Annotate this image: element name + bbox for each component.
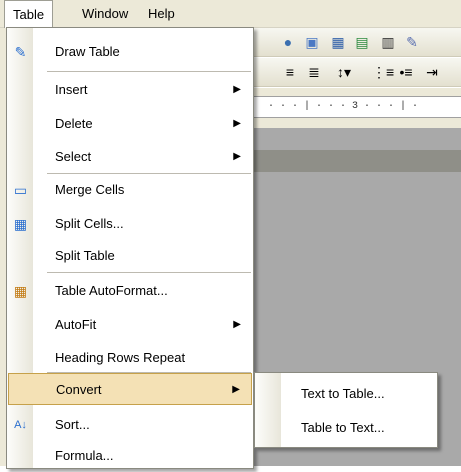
menu-item-label: Formula... [55,448,114,463]
menu-item-formula[interactable]: Formula... [7,440,253,472]
menu-window[interactable]: Window [74,0,136,27]
sort-az-icon: A↓ [14,419,27,431]
columns-icon[interactable]: ▥ [380,34,396,50]
menu-item-label: Delete [55,116,93,131]
menu-table[interactable]: Table [4,0,54,28]
submenu-item-text-to-table[interactable]: Text to Table... [255,378,437,410]
indent-icon[interactable]: ⇥ [424,64,440,80]
align-right-icon[interactable]: ≡ [282,64,298,80]
excel-icon[interactable]: ▤ [354,34,370,50]
menu-separator [47,272,251,273]
autoformat-icon: ▦ [13,283,28,299]
merge-cells-icon: ▭ [13,182,28,198]
menu-item-label: Table AutoFormat... [55,283,168,298]
menu-item-label: Split Cells... [55,216,124,231]
menu-item-merge-cells[interactable]: ▭ Merge Cells [7,174,253,206]
line-spacing-icon[interactable]: ↕▾ [330,64,358,80]
split-cells-icon: ▦ [13,216,28,232]
menu-item-select[interactable]: Select ▶ [7,141,253,173]
menu-item-table-autoformat[interactable]: ▦ Table AutoFormat... [7,275,253,307]
submenu-arrow-icon: ▶ [233,118,241,129]
menu-item-split-cells[interactable]: ▦ Split Cells... [7,208,253,240]
menu-item-sort[interactable]: A↓ Sort... [7,409,253,441]
bullets-icon[interactable]: •≡ [398,64,414,80]
menu-item-label: Sort... [55,417,90,432]
menu-item-split-table[interactable]: Split Table [7,240,253,272]
drawing-icon[interactable]: ✎ [404,34,420,50]
menu-item-label: Convert [56,382,102,397]
menu-item-label: Heading Rows Repeat [55,350,186,365]
justify-icon[interactable]: ≣ [306,64,322,80]
numbering-icon[interactable]: ⋮≡ [372,64,394,80]
submenu-arrow-icon: ▶ [233,319,241,330]
submenu-arrow-icon: ▶ [233,151,241,162]
people-icon[interactable]: ● [280,34,296,50]
edit-icon[interactable]: ▣ [304,34,320,50]
menu-separator [47,71,251,72]
table-menu: ✎ Draw Table Insert ▶ Delete ▶ Select ▶ … [6,27,254,469]
menu-item-heading-rows-repeat[interactable]: Heading Rows Repeat [7,342,253,374]
convert-submenu: Text to Table... Table to Text... [254,372,438,448]
submenu-item-label: Text to Table... [301,386,385,401]
menu-item-delete[interactable]: Delete ▶ [7,108,253,140]
menu-item-insert[interactable]: Insert ▶ [7,74,253,106]
submenu-item-label: Table to Text... [301,420,385,435]
menu-item-label: Draw Table [55,44,120,59]
submenu-arrow-icon: ▶ [232,384,240,395]
menu-item-draw-table[interactable]: ✎ Draw Table [7,36,253,68]
menu-item-label: Insert [55,82,88,97]
submenu-arrow-icon: ▶ [233,84,241,95]
menu-help[interactable]: Help [140,0,183,27]
menu-item-autofit[interactable]: AutoFit ▶ [7,309,253,341]
draw-table-icon: ✎ [14,44,27,60]
menu-item-label: AutoFit [55,317,97,332]
menu-item-label: Select [55,149,92,164]
menu-item-label: Merge Cells [55,182,125,197]
menu-item-label: Split Table [55,248,115,263]
menu-bar: Table Window Help [0,0,461,28]
menu-item-convert[interactable]: Convert ▶ [8,373,252,405]
table-icon[interactable]: ▦ [330,34,346,50]
submenu-item-table-to-text[interactable]: Table to Text... [255,412,437,444]
